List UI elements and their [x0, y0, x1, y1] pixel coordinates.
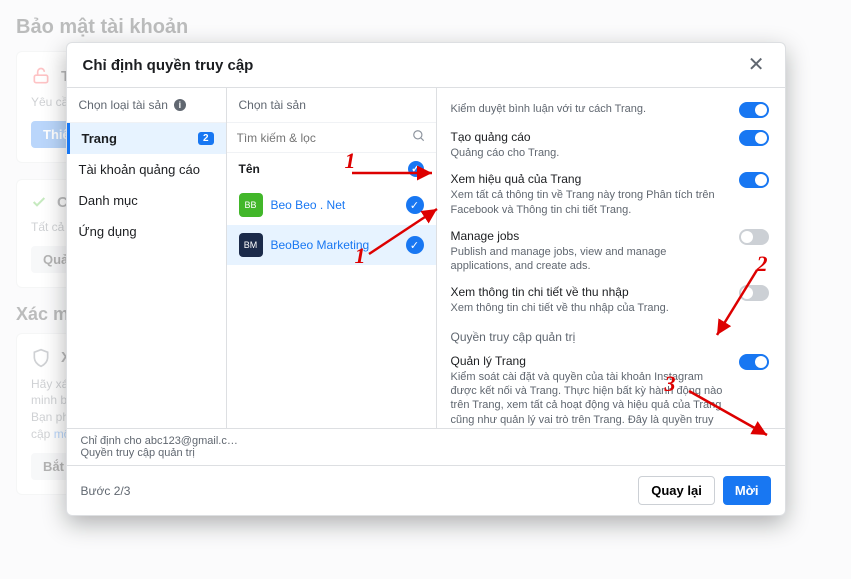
pages-badge: 2: [198, 132, 214, 145]
toggle-moderate-comments[interactable]: [739, 102, 769, 118]
close-button[interactable]: ✕: [744, 55, 769, 75]
asset-type-column: Chọn loại tài sản i Trang 2 Tài khoản qu…: [67, 88, 227, 428]
admin-section-title: Quyền truy cập quản trị: [451, 330, 769, 344]
assign-for-label: Chỉ định cho abc123@gmail.c… Quyền truy …: [67, 428, 785, 465]
toggle-manage-page[interactable]: [739, 354, 769, 370]
modal-overlay: Chỉ định quyền truy cập ✕ Chọn loại tài …: [0, 0, 851, 579]
back-button[interactable]: Quay lại: [638, 476, 715, 505]
step-indicator: Bước 2/3: [81, 484, 131, 498]
col-left-header: Chọn loại tài sản: [79, 98, 168, 112]
perm-title: Xem thông tin chi tiết về thu nhập: [451, 285, 729, 299]
asset-check-icon: ✓: [406, 196, 424, 214]
assign-access-modal: Chỉ định quyền truy cập ✕ Chọn loại tài …: [66, 42, 786, 516]
perm-title: Manage jobs: [451, 229, 729, 243]
asset-type-pages[interactable]: Trang 2: [67, 123, 226, 154]
perm-desc: Xem tất cả thông tin về Trang này trong …: [451, 188, 729, 217]
perm-desc: Quảng cáo cho Trang.: [451, 146, 729, 160]
asset-item-beobeo-marketing[interactable]: BM BeoBeo Marketing ✓: [227, 225, 436, 265]
info-icon[interactable]: i: [174, 99, 186, 111]
perm-title: Xem hiệu quả của Trang: [451, 172, 729, 186]
invite-button[interactable]: Mời: [723, 476, 771, 505]
toggle-view-earnings[interactable]: [739, 285, 769, 301]
perm-desc: Kiểm duyệt bình luận với tư cách Trang.: [451, 102, 729, 116]
perm-title: Tạo quảng cáo: [451, 130, 729, 144]
permissions-column: Kiểm duyệt bình luận với tư cách Trang. …: [437, 88, 785, 428]
toggle-create-ads[interactable]: [739, 130, 769, 146]
perm-desc: Publish and manage jobs, view and manage…: [451, 245, 729, 274]
asset-select-column: Chọn tài sản Tên ✓ BB Beo Beo . Net ✓: [227, 88, 437, 428]
select-all-check-icon[interactable]: ✓: [408, 161, 424, 177]
page-avatar-icon: BM: [239, 233, 263, 257]
toggle-view-performance[interactable]: [739, 172, 769, 188]
perm-desc: Kiểm soát cài đặt và quyền của tài khoản…: [451, 370, 729, 428]
asset-type-ad-accounts[interactable]: Tài khoản quảng cáo: [67, 154, 226, 185]
page-avatar-icon: BB: [239, 193, 263, 217]
asset-item-beo-beo-net[interactable]: BB Beo Beo . Net ✓: [227, 185, 436, 225]
asset-type-catalogs[interactable]: Danh mục: [67, 185, 226, 216]
search-input[interactable]: [237, 131, 412, 145]
asset-type-apps[interactable]: Ứng dụng: [67, 216, 226, 247]
col-mid-header: Chọn tài sản: [239, 98, 306, 112]
search-icon[interactable]: [412, 129, 426, 146]
asset-check-icon: ✓: [406, 236, 424, 254]
name-label: Tên: [239, 162, 260, 176]
perm-desc: Xem thông tin chi tiết về thu nhập của T…: [451, 301, 729, 315]
toggle-manage-jobs[interactable]: [739, 229, 769, 245]
modal-title: Chỉ định quyền truy cập: [83, 57, 254, 74]
perm-title: Quản lý Trang: [451, 354, 729, 368]
